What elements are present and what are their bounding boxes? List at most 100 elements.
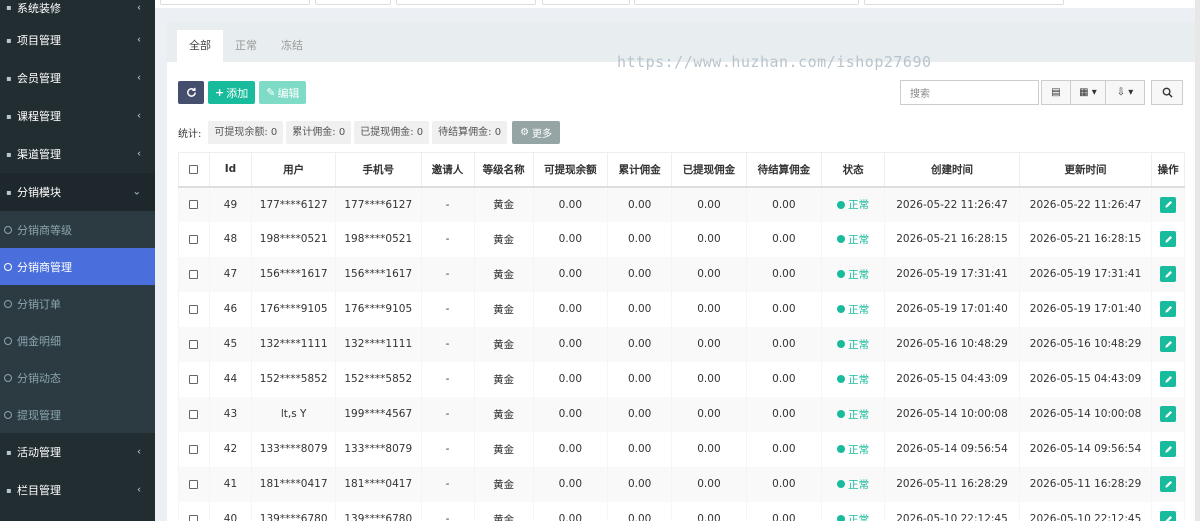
table-row[interactable]: 43 lt,s Y 199****4567- 黄金 0.00 0.00 0.00 0.00 正常… (178, 396, 1185, 432)
table-row[interactable]: 42 133****8079 133****8079- 黄金 0.00 0.00 0.00 0… (178, 431, 1185, 467)
columns-dropdown-button[interactable]: ▦ ▾ (1070, 80, 1106, 105)
filter-field[interactable] (864, 0, 1064, 5)
content-panel: 全部 正常 冻结 + 添加 ✎ 编辑 搜索 ▤ ▦ ▾ ⇩ ▾ 统计: 可提现余… (167, 22, 1195, 521)
select-all-checkbox-cell[interactable] (178, 152, 210, 188)
column-header[interactable]: 手机号 (334, 152, 422, 188)
page-scrollbar[interactable] (1195, 0, 1200, 521)
sidebar-subitem-distributor-levels[interactable]: 分销商等级 (0, 211, 155, 248)
table-cell: 0.00 (745, 326, 823, 362)
sidebar-item-courses[interactable]: ▪ 课程管理 ‹ (0, 97, 155, 135)
column-header[interactable]: 邀请人 (420, 152, 475, 188)
row-checkbox[interactable] (189, 234, 199, 244)
table-row[interactable]: 48 198****0521 198****0521- 黄金 0.00 0.00 0.00 0… (178, 221, 1185, 257)
row-checkbox-cell[interactable] (178, 431, 210, 467)
sidebar-item-distribution[interactable]: ▪ 分销模块 ⌄ (0, 173, 155, 211)
sidebar-item-system-decoration[interactable]: ▪ 系统装修 ‹ (0, 0, 155, 21)
add-button[interactable]: + 添加 (208, 81, 256, 104)
row-checkbox-cell[interactable] (178, 256, 210, 292)
row-checkbox-cell[interactable] (178, 466, 210, 502)
table-row[interactable]: 41 181****0417 181****0417- 黄金 0.00 0.00 0.00 0… (178, 466, 1185, 502)
sidebar-subitem-withdrawals[interactable]: 提现管理 (0, 396, 155, 433)
row-checkbox[interactable] (189, 479, 199, 489)
sidebar-item-channels[interactable]: ▪ 渠道管理 ‹ (0, 135, 155, 173)
row-checkbox[interactable] (189, 514, 199, 521)
row-checkbox[interactable] (189, 269, 199, 279)
row-checkbox[interactable] (189, 304, 199, 314)
column-header[interactable]: 已提现佣金 (671, 152, 747, 188)
column-header[interactable]: 用户 (251, 152, 336, 188)
row-edit-button[interactable] (1160, 196, 1177, 213)
stat-pending-commission: 待结算佣金: 0 (432, 121, 508, 144)
sidebar-subitem-label: 佣金明细 (17, 334, 61, 348)
table-cell: 2026-05-19 17:01:40 (1018, 291, 1153, 327)
row-checkbox-cell[interactable] (178, 186, 210, 222)
column-header[interactable]: 等级名称 (473, 152, 534, 188)
select-all-checkbox[interactable] (189, 164, 199, 174)
table-cell: 0.00 (607, 466, 673, 502)
table-row[interactable]: 46 176****9105 176****9105- 黄金 0.00 0.00 0.00 0… (178, 291, 1185, 327)
search-input[interactable]: 搜索 (900, 80, 1039, 105)
edit-button[interactable]: ✎ 编辑 (259, 81, 307, 104)
table-cell: 156****1617 (251, 256, 336, 292)
table-row[interactable]: 45 132****1111 132****1111- 黄金 0.00 0.00 0.00 0… (178, 326, 1185, 362)
sidebar-item-activities[interactable]: ▪ 活动管理 ‹ (0, 433, 155, 471)
column-header[interactable]: Id (208, 152, 253, 188)
row-edit-button[interactable] (1160, 231, 1177, 247)
table-row[interactable]: 40 139****6780 139****6780- 黄金 0.00 0.00 0.00 0… (178, 501, 1185, 521)
sidebar-item-projects[interactable]: ▪ 项目管理 ‹ (0, 21, 155, 59)
row-checkbox-cell[interactable] (178, 396, 210, 432)
row-checkbox-cell[interactable] (178, 221, 210, 257)
filter-field[interactable] (315, 0, 391, 5)
row-edit-button[interactable] (1160, 266, 1177, 282)
column-header[interactable]: 更新时间 (1018, 152, 1153, 188)
table-row[interactable]: 44 152****5852 152****5852- 黄金 0.00 0.00 0.00 0… (178, 361, 1185, 397)
sidebar-subitem-distribution-activity[interactable]: 分销动态 (0, 359, 155, 396)
row-checkbox-cell[interactable] (178, 361, 210, 397)
table-row[interactable]: 47 156****1617 156****1617- 黄金 0.00 0.00 0.00 0… (178, 256, 1185, 292)
more-button[interactable]: ⚙ 更多 (512, 121, 561, 144)
table-cell: 0.00 (532, 291, 609, 327)
refresh-button[interactable] (178, 81, 204, 104)
export-dropdown-button[interactable]: ⇩ ▾ (1105, 80, 1145, 105)
column-header[interactable]: 状态 (821, 152, 886, 188)
row-edit-button[interactable] (1160, 511, 1177, 521)
row-checkbox-cell[interactable] (178, 501, 210, 521)
sidebar-subitem-distributor-management[interactable]: 分销商管理 (0, 248, 155, 285)
table-cell: 0.00 (607, 326, 673, 362)
row-edit-button[interactable] (1160, 406, 1177, 422)
row-checkbox[interactable] (189, 339, 199, 349)
table-row[interactable]: 49 177****6127 177****6127- 黄金 0.00 0.00 0.00 0… (178, 186, 1185, 222)
status-badge: 正常 (837, 477, 869, 492)
row-edit-button[interactable] (1160, 441, 1177, 457)
toggle-view-button[interactable]: ▤ (1041, 80, 1071, 105)
row-checkbox-cell[interactable] (178, 291, 210, 327)
column-header[interactable]: 创建时间 (884, 152, 1020, 188)
table-cell: 152****5852 (334, 361, 422, 397)
search-button[interactable] (1151, 80, 1183, 105)
sidebar-item-members[interactable]: ▪ 会员管理 ‹ (0, 59, 155, 97)
filter-field[interactable] (396, 0, 536, 5)
sidebar-item-columns[interactable]: ▪ 栏目管理 ‹ (0, 471, 155, 509)
filter-field[interactable] (542, 0, 630, 5)
tab-normal[interactable]: 正常 (223, 30, 269, 62)
filter-field[interactable] (634, 0, 859, 5)
row-edit-button[interactable] (1160, 301, 1177, 317)
tab-all[interactable]: 全部 (177, 30, 223, 62)
row-edit-button[interactable] (1160, 371, 1177, 387)
row-checkbox[interactable] (189, 200, 199, 209)
sidebar-subitem-label: 分销商管理 (17, 260, 72, 274)
table-cell: - (420, 466, 475, 502)
row-checkbox-cell[interactable] (178, 326, 210, 362)
sidebar-subitem-commission-details[interactable]: 佣金明细 (0, 322, 155, 359)
tab-frozen[interactable]: 冻结 (269, 30, 315, 62)
row-edit-button[interactable] (1160, 336, 1177, 352)
column-header[interactable]: 待结算佣金 (745, 152, 823, 188)
column-header[interactable]: 累计佣金 (607, 152, 673, 188)
row-checkbox[interactable] (189, 444, 199, 454)
row-checkbox[interactable] (189, 409, 199, 419)
row-edit-button[interactable] (1160, 476, 1177, 492)
sidebar-subitem-distribution-orders[interactable]: 分销订单 (0, 285, 155, 322)
filter-field[interactable] (160, 0, 310, 5)
column-header[interactable]: 可提现余额 (532, 152, 609, 188)
row-checkbox[interactable] (189, 374, 199, 384)
